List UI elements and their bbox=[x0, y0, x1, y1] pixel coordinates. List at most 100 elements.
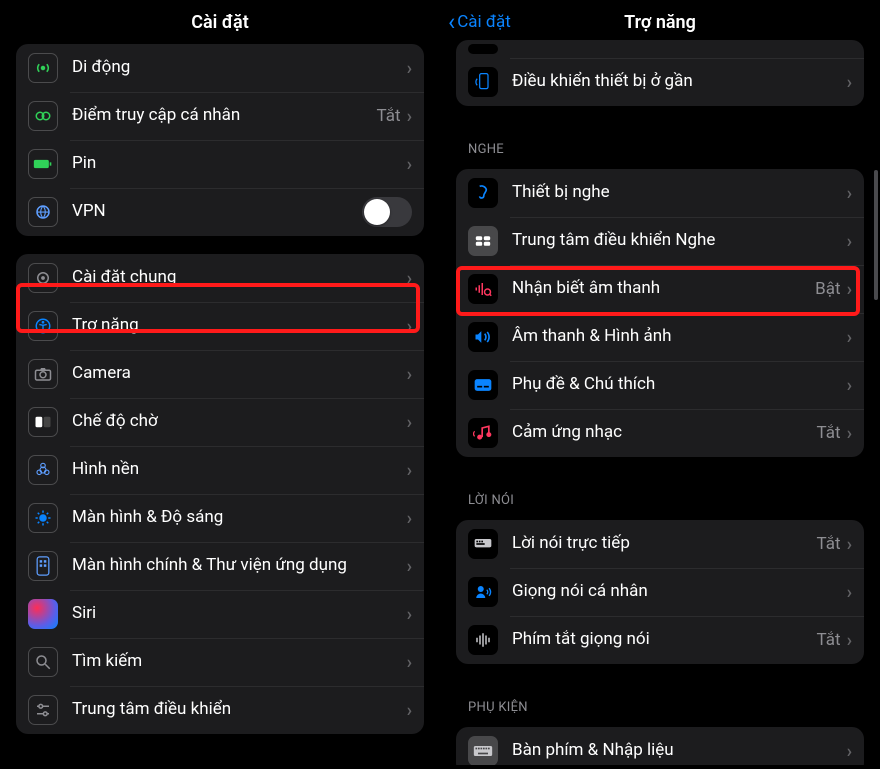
battery-icon bbox=[28, 149, 58, 179]
row-label: Trung tâm điều khiển bbox=[72, 699, 407, 720]
row-controlcenter[interactable]: Trung tâm điều khiển › bbox=[16, 686, 424, 734]
row-label: Hình nền bbox=[72, 459, 407, 480]
row-vpn[interactable]: VPN bbox=[16, 188, 424, 236]
wallpaper-icon bbox=[28, 455, 58, 485]
row-keyboard[interactable]: Bàn phím & Nhập liệu › bbox=[456, 727, 864, 765]
row-live-speech[interactable]: Lời nói trực tiếp Tắt › bbox=[456, 520, 864, 568]
chevron-right-icon: › bbox=[847, 231, 852, 252]
chevron-right-icon: › bbox=[407, 556, 412, 577]
vpn-toggle[interactable] bbox=[362, 197, 412, 227]
subtitles-icon bbox=[468, 370, 498, 400]
personal-voice-icon bbox=[468, 577, 498, 607]
row-voice-shortcut[interactable]: Phím tắt giọng nói Tắt › bbox=[456, 616, 864, 664]
chevron-left-icon: ‹ bbox=[448, 10, 455, 34]
group-phukien: Bàn phím & Nhập liệu › bbox=[456, 727, 864, 765]
accessibility-icon bbox=[28, 311, 58, 341]
section-header-nghe: NGHE bbox=[446, 124, 874, 163]
chevron-right-icon: › bbox=[847, 375, 852, 396]
row-value: Tắt bbox=[817, 423, 841, 443]
row-label: Cài đặt chung bbox=[72, 267, 407, 288]
row-siri[interactable]: Siri › bbox=[16, 590, 424, 638]
row-search[interactable]: Tìm kiếm › bbox=[16, 638, 424, 686]
row-accessibility[interactable]: Trợ năng › bbox=[16, 302, 424, 350]
chevron-right-icon: › bbox=[407, 106, 412, 127]
hotspot-icon bbox=[28, 101, 58, 131]
row-label: Điểm truy cập cá nhân bbox=[72, 105, 377, 126]
row-audio-visual[interactable]: Âm thanh & Hình ảnh › bbox=[456, 313, 864, 361]
settings-list: Di động › Điểm truy cập cá nhân Tắt › Pi… bbox=[0, 38, 440, 763]
settings-pane: Cài đặt Di động › Điểm truy cập cá nhân … bbox=[0, 0, 440, 769]
cellular-icon bbox=[28, 53, 58, 83]
chevron-right-icon: › bbox=[407, 508, 412, 529]
audio-visual-icon bbox=[468, 322, 498, 352]
standby-icon bbox=[28, 407, 58, 437]
back-button[interactable]: ‹ Cài đặt bbox=[448, 0, 511, 44]
row-label: Điều khiển thiết bị ở gần bbox=[512, 71, 847, 92]
group-loinoi: Lời nói trực tiếp Tắt › Giọng nói cá nhâ… bbox=[456, 520, 864, 664]
row-wallpaper[interactable]: Hình nền › bbox=[16, 446, 424, 494]
chevron-right-icon: › bbox=[407, 268, 412, 289]
hearing-cc-icon bbox=[468, 226, 498, 256]
live-speech-icon bbox=[468, 529, 498, 559]
header-left: Cài đặt bbox=[0, 0, 440, 44]
row-label: Di động bbox=[72, 57, 407, 78]
row-hotspot[interactable]: Điểm truy cập cá nhân Tắt › bbox=[16, 92, 424, 140]
row-label: Màn hình chính & Thư viện ứng dụng bbox=[72, 555, 407, 576]
chevron-right-icon: › bbox=[407, 364, 412, 385]
keyboard-icon bbox=[468, 736, 498, 765]
gear-icon bbox=[28, 263, 58, 293]
row-label: Nhận biết âm thanh bbox=[512, 278, 815, 299]
hearing-icon bbox=[468, 178, 498, 208]
row-general[interactable]: Cài đặt chung › bbox=[16, 254, 424, 302]
section-header-loinoi: LỜI NÓI bbox=[446, 475, 874, 514]
row-partial-top[interactable] bbox=[456, 40, 864, 58]
accessibility-list: Điều khiển thiết bị ở gần › NGHE Thiết b… bbox=[440, 40, 880, 765]
section-header-phukien: PHỤ KIỆN bbox=[446, 682, 874, 721]
header-right: ‹ Cài đặt Trợ năng bbox=[440, 0, 880, 44]
row-sound-recognition[interactable]: Nhận biết âm thanh Bật › bbox=[456, 265, 864, 313]
chevron-right-icon: › bbox=[847, 741, 852, 762]
row-battery[interactable]: Pin › bbox=[16, 140, 424, 188]
row-label: Trợ năng bbox=[72, 315, 407, 336]
group-nghe: Thiết bị nghe › Trung tâm điều khiển Ngh… bbox=[456, 169, 864, 457]
row-label: Âm thanh & Hình ảnh bbox=[512, 326, 847, 347]
chevron-right-icon: › bbox=[847, 582, 852, 603]
music-haptic-icon bbox=[468, 418, 498, 448]
settings-group-general: Cài đặt chung › Trợ năng › Camera › bbox=[16, 254, 424, 734]
controlcenter-icon bbox=[28, 695, 58, 725]
chevron-right-icon: › bbox=[847, 534, 852, 555]
row-hearing-devices[interactable]: Thiết bị nghe › bbox=[456, 169, 864, 217]
row-homescreen[interactable]: Màn hình chính & Thư viện ứng dụng › bbox=[16, 542, 424, 590]
row-value: Bật bbox=[815, 279, 840, 299]
row-value: Tắt bbox=[817, 630, 841, 650]
row-hearing-cc[interactable]: Trung tâm điều khiển Nghe › bbox=[456, 217, 864, 265]
scrollbar-indicator[interactable] bbox=[874, 170, 878, 300]
back-label: Cài đặt bbox=[457, 12, 511, 32]
chevron-right-icon: › bbox=[407, 58, 412, 79]
row-cellular[interactable]: Di động › bbox=[16, 44, 424, 92]
chevron-right-icon: › bbox=[847, 327, 852, 348]
row-label: Màn hình & Độ sáng bbox=[72, 507, 407, 528]
row-label: Camera bbox=[72, 363, 407, 384]
row-value: Tắt bbox=[377, 106, 401, 126]
row-nearby-control[interactable]: Điều khiển thiết bị ở gần › bbox=[456, 58, 864, 106]
row-display[interactable]: Màn hình & Độ sáng › bbox=[16, 494, 424, 542]
row-camera[interactable]: Camera › bbox=[16, 350, 424, 398]
row-standby[interactable]: Chế độ chờ › bbox=[16, 398, 424, 446]
row-subtitles[interactable]: Phụ đề & Chú thích › bbox=[456, 361, 864, 409]
row-label: Phím tắt giọng nói bbox=[512, 629, 817, 650]
row-music-haptics[interactable]: Cảm ứng nhạc Tắt › bbox=[456, 409, 864, 457]
chevron-right-icon: › bbox=[407, 412, 412, 433]
row-label: Giọng nói cá nhân bbox=[512, 581, 847, 602]
chevron-right-icon: › bbox=[407, 154, 412, 175]
row-personal-voice[interactable]: Giọng nói cá nhân › bbox=[456, 568, 864, 616]
chevron-right-icon: › bbox=[847, 72, 852, 93]
row-label: Siri bbox=[72, 603, 407, 624]
row-label: Thiết bị nghe bbox=[512, 182, 847, 203]
group-top-partial: Điều khiển thiết bị ở gần › bbox=[456, 40, 864, 106]
chevron-right-icon: › bbox=[847, 183, 852, 204]
display-icon bbox=[28, 503, 58, 533]
camera-icon bbox=[28, 359, 58, 389]
row-label: Lời nói trực tiếp bbox=[512, 533, 817, 554]
row-label: Trung tâm điều khiển Nghe bbox=[512, 230, 847, 251]
